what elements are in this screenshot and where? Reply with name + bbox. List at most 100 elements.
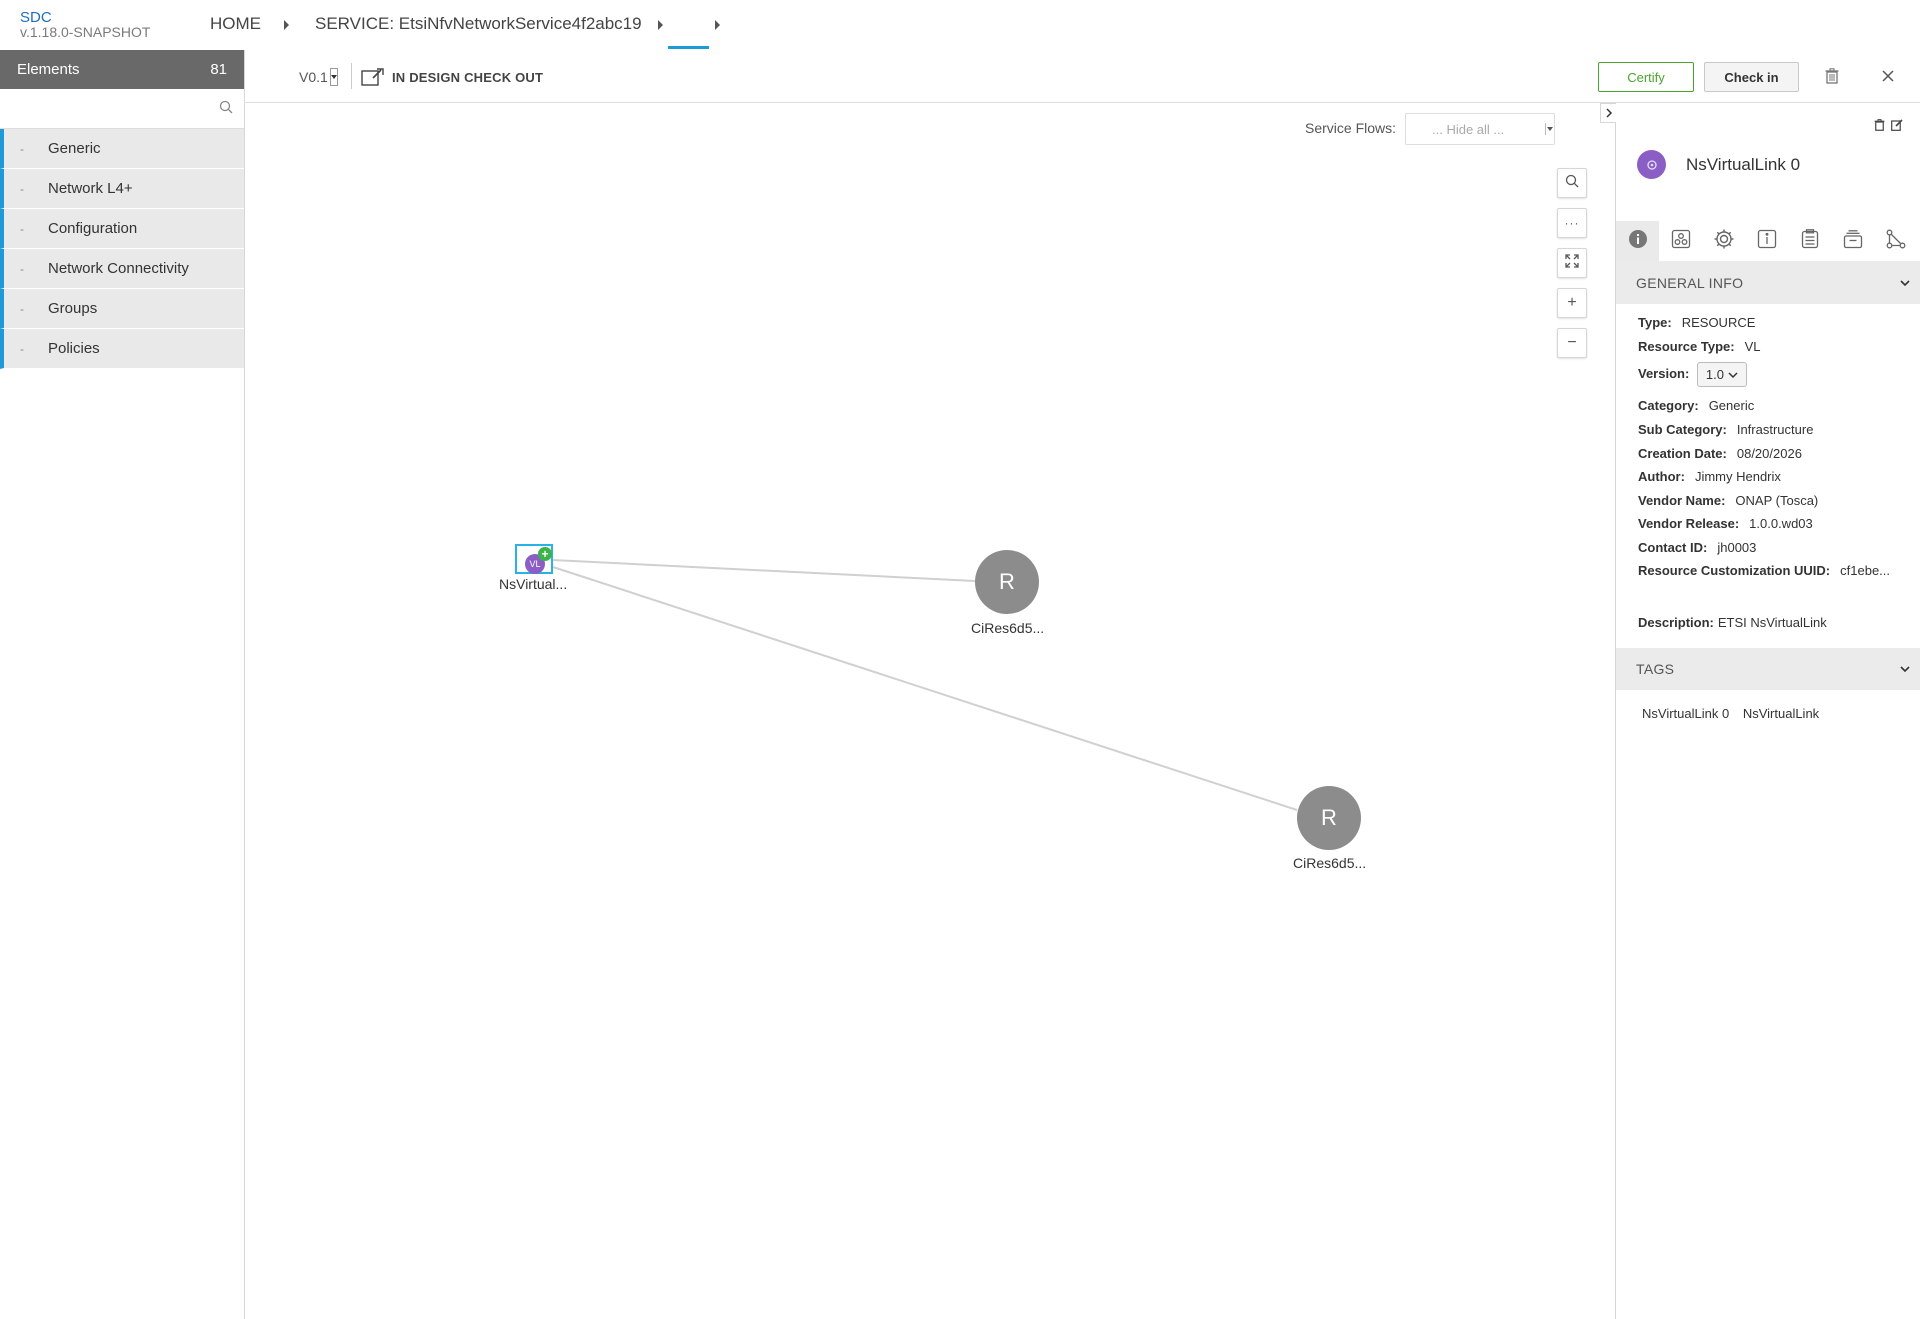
- palette-group-label: Groups: [48, 300, 98, 317]
- node-resource-2[interactable]: R: [1297, 786, 1361, 850]
- edit-icon[interactable]: [1891, 118, 1903, 136]
- field-label: Resource Type:: [1638, 339, 1735, 354]
- node-ns-virtual-link[interactable]: VL +: [515, 544, 553, 574]
- panel-actions: [1874, 118, 1903, 136]
- tab-properties[interactable]: [1702, 221, 1745, 261]
- collapse-icon: -: [20, 261, 24, 276]
- breadcrumb-arrow-icon[interactable]: [715, 20, 720, 30]
- collapse-icon: -: [20, 301, 24, 316]
- node-resource-1[interactable]: R: [975, 550, 1039, 614]
- version-dropdown-icon[interactable]: [330, 68, 338, 86]
- palette-search: [0, 89, 244, 129]
- palette-group-label: Network L4+: [48, 180, 133, 197]
- palette-group-network-l4[interactable]: - Network L4+: [0, 169, 244, 209]
- field-label: Contact ID:: [1638, 540, 1708, 555]
- details-tabs: [1616, 221, 1920, 262]
- breadcrumb-service[interactable]: SERVICE: EtsiNfvNetworkService4f2abc19: [315, 14, 642, 34]
- lifecycle-state: IN DESIGN CHECK OUT: [392, 70, 544, 85]
- info-sub-category: Sub Category: Infrastructure: [1638, 422, 1813, 437]
- tags-section-header[interactable]: TAGS: [1616, 648, 1920, 690]
- field-label: Description:: [1638, 615, 1714, 630]
- info-resource-type: Resource Type: VL: [1638, 339, 1760, 354]
- tab-api-artifacts[interactable]: [1788, 221, 1831, 261]
- field-label: Author:: [1638, 469, 1685, 484]
- version-select[interactable]: V0.1: [299, 69, 328, 85]
- relationship-edge[interactable]: [552, 559, 976, 582]
- checkin-button[interactable]: Check in: [1704, 62, 1799, 92]
- palette-count: 81: [210, 61, 227, 78]
- palette-group-label: Generic: [48, 140, 101, 157]
- info-icon: [1628, 229, 1648, 254]
- tag: NsVirtualLink 0: [1642, 706, 1730, 721]
- tab-deployment-artifacts[interactable]: [1659, 221, 1702, 261]
- info-creation-date: Creation Date: 08/20/2026: [1638, 446, 1802, 461]
- field-label: Vendor Name:: [1638, 493, 1726, 508]
- field-value: ETSI NsVirtualLink: [1717, 615, 1827, 630]
- search-icon[interactable]: [219, 100, 233, 119]
- composition-canvas[interactable]: Service Flows: ... Hide all ... ··· + − …: [245, 103, 1615, 1319]
- close-icon[interactable]: [1881, 69, 1895, 88]
- app-version: v.1.18.0-SNAPSHOT: [20, 24, 151, 40]
- palette-group-policies[interactable]: - Policies: [0, 329, 244, 369]
- chevron-down-icon: [1899, 662, 1911, 678]
- field-label: Creation Date:: [1638, 446, 1727, 461]
- active-crumb-indicator: [668, 46, 709, 49]
- palette-group-generic[interactable]: - Generic: [0, 129, 244, 169]
- breadcrumb-arrow-icon[interactable]: [658, 20, 663, 30]
- node-label: NsVirtual...: [499, 576, 568, 592]
- version-dropdown[interactable]: 1.0: [1696, 362, 1747, 387]
- tag: NsVirtualLink: [1742, 706, 1820, 721]
- vl-component-icon: [1637, 150, 1666, 179]
- field-value: ONAP (Tosca): [1735, 493, 1819, 508]
- add-relationship-icon[interactable]: +: [538, 547, 552, 561]
- toolbar-divider: [351, 63, 352, 89]
- palette-group-label: Policies: [48, 340, 100, 357]
- field-label: Type:: [1638, 315, 1672, 330]
- app-name: SDC: [20, 9, 52, 26]
- tab-information-artifacts[interactable]: [1745, 221, 1788, 261]
- general-info-section-header[interactable]: GENERAL INFO: [1616, 262, 1920, 304]
- component-title: NsVirtualLink 0: [1686, 155, 1801, 174]
- field-value: Generic: [1708, 398, 1755, 413]
- palette-group-groups[interactable]: - Groups: [0, 289, 244, 329]
- checkout-state-icon: [361, 67, 385, 92]
- field-value: Infrastructure: [1736, 422, 1814, 437]
- tab-relations[interactable]: [1874, 221, 1917, 261]
- info-description: Description: ETSI NsVirtualLink: [1638, 615, 1827, 630]
- palette-group-label: Configuration: [48, 220, 138, 237]
- info-vendor-release: Vendor Release: 1.0.0.wd03: [1638, 516, 1813, 531]
- trash-icon[interactable]: [1874, 118, 1885, 136]
- field-label: Vendor Release:: [1638, 516, 1740, 531]
- app-logo[interactable]: SDC v.1.18.0-SNAPSHOT: [20, 10, 150, 40]
- chevron-down-icon: [1728, 371, 1738, 378]
- elements-palette: Elements 81 - Generic - Network L4+ - Co…: [0, 50, 245, 1319]
- tags-list: NsVirtualLink 0 NsVirtualLink: [1642, 706, 1829, 721]
- relationship-edges: [552, 559, 1298, 811]
- tab-inputs[interactable]: [1831, 221, 1874, 261]
- field-label: Resource Customization UUID:: [1638, 563, 1831, 578]
- collapse-panel-button[interactable]: [1600, 103, 1616, 123]
- info-box-icon: [1757, 229, 1777, 254]
- palette-group-configuration[interactable]: - Configuration: [0, 209, 244, 249]
- palette-search-input[interactable]: [0, 89, 216, 125]
- breadcrumb-arrow-icon: [284, 20, 289, 30]
- version-value: 1.0: [1705, 367, 1724, 382]
- palette-title: Elements: [17, 61, 80, 78]
- certify-button[interactable]: Certify: [1598, 62, 1694, 92]
- info-category: Category: Generic: [1638, 398, 1754, 413]
- section-title: TAGS: [1636, 661, 1675, 677]
- field-value: Jimmy Hendrix: [1694, 469, 1781, 484]
- info-version: Version: 1.0: [1638, 362, 1747, 387]
- collapse-icon: -: [20, 181, 24, 196]
- relationship-edge[interactable]: [552, 566, 1298, 811]
- trash-icon[interactable]: [1825, 68, 1839, 89]
- info-contact-id: Contact ID: jh0003: [1638, 540, 1756, 555]
- field-value: jh0003: [1717, 540, 1757, 555]
- info-customization-uuid: Resource Customization UUID: cf1ebe...: [1638, 563, 1890, 578]
- top-header: SDC v.1.18.0-SNAPSHOT HOME SERVICE: Etsi…: [0, 0, 1920, 51]
- relations-icon: [1886, 229, 1906, 254]
- clipboard-icon: [1801, 228, 1819, 254]
- palette-group-network-connectivity[interactable]: - Network Connectivity: [0, 249, 244, 289]
- breadcrumb-home[interactable]: HOME: [210, 14, 261, 34]
- tab-general-info[interactable]: [1616, 221, 1659, 261]
